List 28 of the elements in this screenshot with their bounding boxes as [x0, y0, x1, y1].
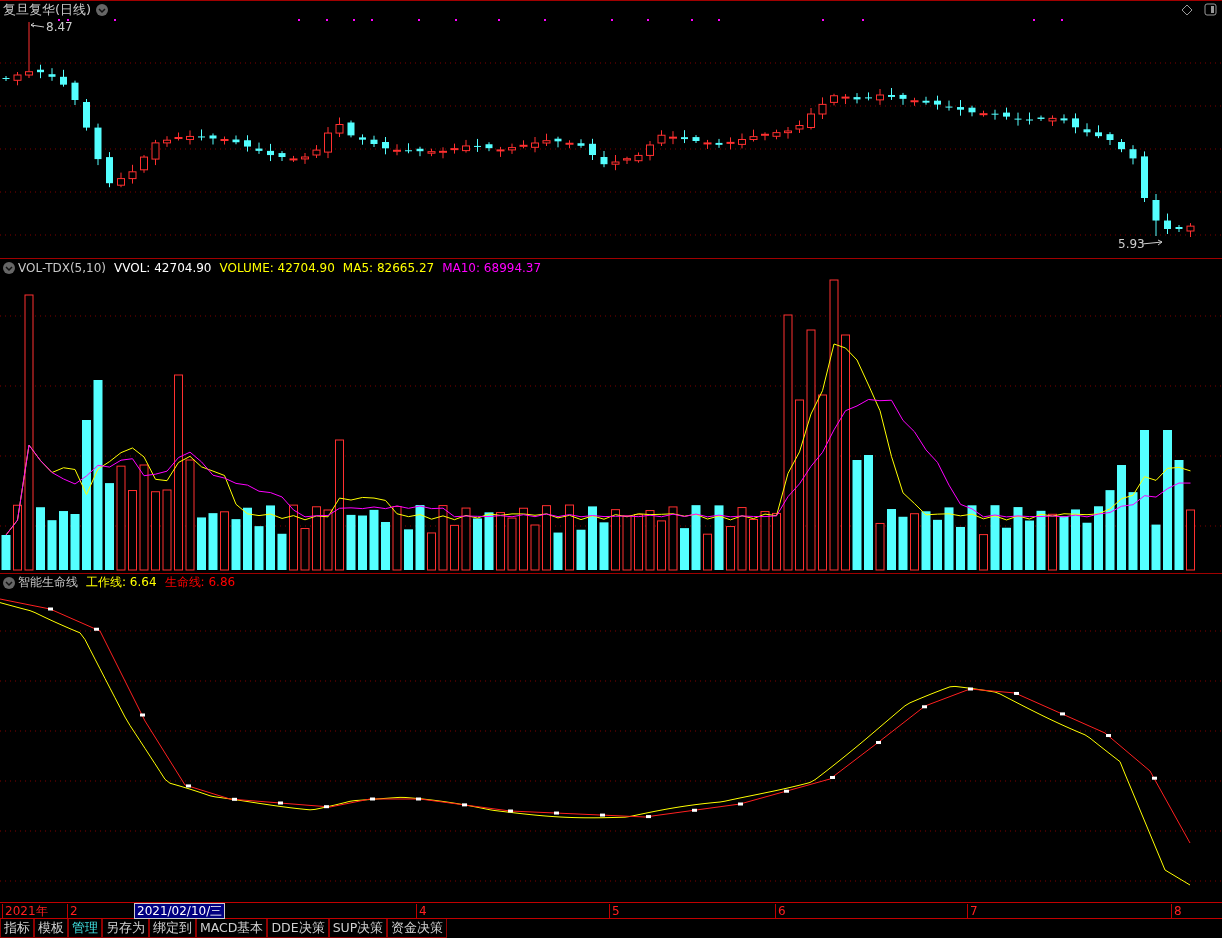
tab[interactable]: 指标 [0, 919, 34, 938]
legend-value: 工作线: 6.64 [86, 574, 157, 591]
tab[interactable]: 绑定到 [149, 919, 196, 938]
tab[interactable]: 另存为 [102, 919, 149, 938]
legend-value: VOLUME: 42704.90 [219, 260, 335, 275]
tab[interactable]: MACD基本 [196, 919, 268, 938]
axis-label: 5 [609, 904, 622, 918]
axis-label: 2021年 [2, 904, 50, 918]
legend-value: VVOL: 42704.90 [114, 260, 212, 275]
tab[interactable]: DDE决策 [267, 919, 329, 938]
cursor-date-label: 2021/02/10/三 [134, 903, 226, 919]
tab[interactable]: 管理 [68, 919, 102, 938]
axis-label: 2 [67, 904, 80, 918]
tab[interactable]: 模板 [34, 919, 68, 938]
price-label: 5.93 [1118, 237, 1145, 251]
indicator-name: VOL-TDX(5,10) [18, 260, 107, 275]
tab[interactable]: SUP决策 [328, 919, 388, 938]
axis-label: 6 [775, 904, 788, 918]
price-label: 8.47 [46, 20, 73, 34]
axis-label: 4 [416, 904, 429, 918]
axis-label: 7 [967, 904, 980, 918]
indicator-name: 智能生命线 [18, 574, 78, 591]
tab[interactable]: 资金决策 [387, 919, 448, 938]
legend-value: MA5: 82665.27 [342, 260, 435, 275]
legend-value: 生命线: 6.86 [164, 574, 236, 591]
axis-label: 8 [1171, 904, 1184, 918]
chart-title: 复旦复华(日线) [3, 0, 92, 19]
legend-value: MA10: 68994.37 [442, 260, 542, 275]
